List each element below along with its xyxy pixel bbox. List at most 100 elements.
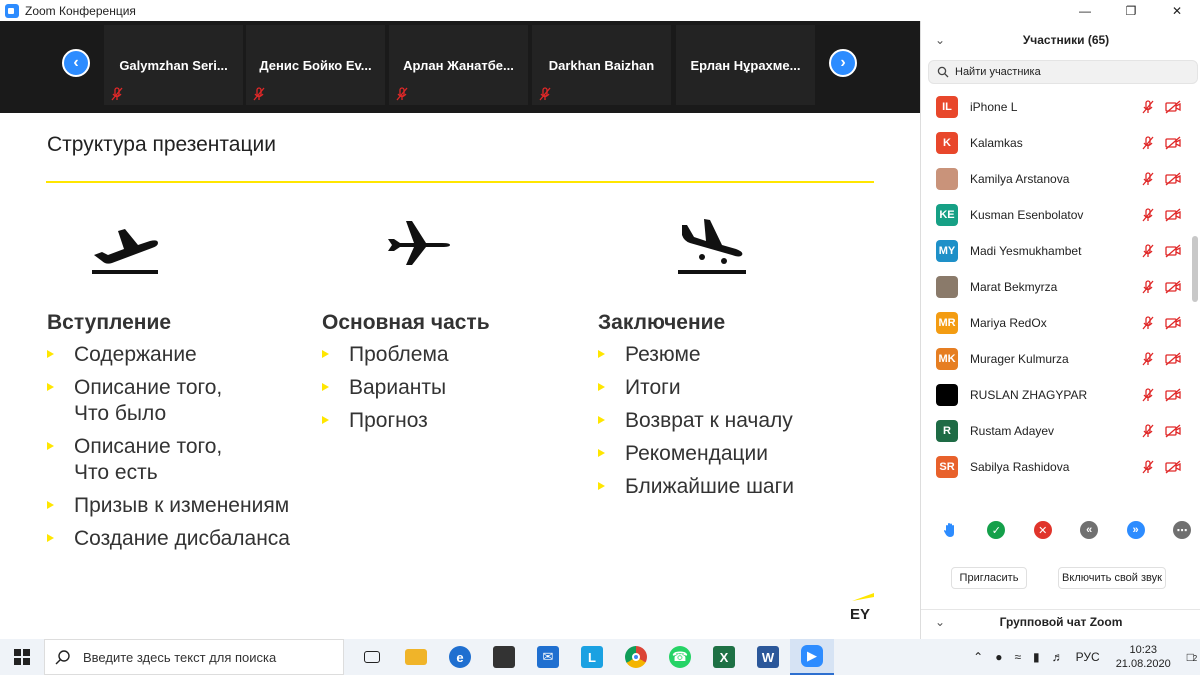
list-item: Содержание: [47, 342, 290, 368]
video-off-icon[interactable]: [1165, 460, 1181, 474]
list-item[interactable]: MY Madi Yesmukhambet: [921, 233, 1191, 269]
participant-name: Sabilya Rashidova: [970, 460, 1070, 474]
muted-mic-icon[interactable]: [1141, 172, 1155, 186]
group-chat-title: Групповой чат Zoom: [999, 614, 1123, 629]
clock[interactable]: 10:23 21.08.2020: [1116, 643, 1171, 671]
video-off-icon[interactable]: [1165, 136, 1181, 150]
group-chat-header[interactable]: ⌄ Групповой чат Zoom: [921, 609, 1200, 633]
list-item: Проблема: [322, 342, 490, 368]
edge-icon[interactable]: e: [438, 639, 482, 675]
search-icon: [55, 650, 70, 665]
video-off-icon[interactable]: [1165, 208, 1181, 222]
raise-hand-icon[interactable]: [941, 521, 959, 539]
muted-mic-icon[interactable]: [1141, 388, 1155, 402]
close-button[interactable]: ✕: [1154, 0, 1200, 21]
microphone-icon[interactable]: ●: [995, 650, 1002, 664]
column-main: Основная часть Проблема Варианты Прогноз: [322, 311, 490, 441]
muted-mic-icon[interactable]: [1141, 244, 1155, 258]
muted-mic-icon[interactable]: [1141, 280, 1155, 294]
more-icon[interactable]: ⋯: [1172, 521, 1191, 539]
lingvo-icon[interactable]: L: [570, 639, 614, 675]
start-button[interactable]: [0, 639, 44, 675]
muted-mic-icon[interactable]: [1141, 316, 1155, 330]
battery-icon[interactable]: ▮: [1033, 650, 1040, 664]
list-item: Резюме: [598, 342, 794, 368]
mail-icon[interactable]: ✉: [526, 639, 570, 675]
video-off-icon[interactable]: [1165, 100, 1181, 114]
taskbar-apps: e ✉ L ☎ X W ▶: [350, 639, 834, 675]
video-off-icon[interactable]: [1165, 352, 1181, 366]
slide-title: Структура презентации: [47, 133, 276, 156]
participant-name: Mariya RedOx: [970, 316, 1047, 330]
chevron-down-icon[interactable]: ⌄: [935, 33, 945, 47]
video-thumbnail[interactable]: Ерлан Нұрахме...: [676, 25, 815, 105]
participant-search: [928, 60, 1198, 84]
restore-button[interactable]: ❐: [1108, 0, 1154, 21]
notification-center-icon[interactable]: □ 2: [1187, 650, 1198, 664]
list-item: Варианты: [322, 375, 490, 401]
go-faster-icon[interactable]: »: [1126, 521, 1145, 539]
list-item[interactable]: Kamilya Arstanova: [921, 161, 1191, 197]
list-item[interactable]: KE Kusman Esenbolatov: [921, 197, 1191, 233]
volume-icon[interactable]: ♬: [1052, 650, 1064, 664]
go-slower-icon[interactable]: «: [1080, 521, 1099, 539]
list-item[interactable]: MK Murager Kulmurza: [921, 341, 1191, 377]
language-indicator[interactable]: РУС: [1076, 650, 1100, 664]
video-thumbnail[interactable]: Galymzhan Seri...: [104, 25, 243, 105]
list-item[interactable]: SR Sabilya Rashidova: [921, 449, 1191, 485]
gallery-prev-button[interactable]: ‹: [62, 49, 90, 77]
zoom-taskbar-icon[interactable]: ▶: [790, 639, 834, 675]
chrome-icon[interactable]: [614, 639, 658, 675]
yes-icon[interactable]: ✓: [987, 521, 1006, 539]
taskbar-search[interactable]: Введите здесь текст для поиска: [44, 639, 344, 675]
avatar: MY: [936, 240, 958, 262]
avatar: K: [936, 132, 958, 154]
list-item: Описание того, Что есть: [47, 434, 290, 486]
muted-mic-icon[interactable]: [1141, 136, 1155, 150]
video-off-icon[interactable]: [1165, 424, 1181, 438]
chevron-up-icon[interactable]: ⌃: [973, 650, 983, 664]
list-item[interactable]: RUSLAN ZHAGYPAR: [921, 377, 1191, 413]
muted-mic-icon[interactable]: [1141, 208, 1155, 222]
muted-mic-icon[interactable]: [1141, 100, 1155, 114]
video-thumbnail[interactable]: Darkhan Baizhan: [532, 25, 671, 105]
participant-name: Ерлан Нұрахме...: [690, 58, 801, 73]
no-icon[interactable]: ✕: [1033, 521, 1052, 539]
participant-name: Rustam Adayev: [970, 424, 1055, 438]
participant-search-input[interactable]: [955, 66, 1175, 78]
video-off-icon[interactable]: [1165, 244, 1181, 258]
list-item[interactable]: IL iPhone L: [921, 89, 1191, 125]
invite-button[interactable]: Пригласить: [951, 567, 1027, 589]
participant-name: Денис Бойко Ev...: [259, 58, 372, 73]
video-thumbnail[interactable]: Арлан Жанатбе...: [389, 25, 528, 105]
list-item[interactable]: MR Mariya RedOx: [921, 305, 1191, 341]
muted-mic-icon[interactable]: [1141, 352, 1155, 366]
notification-count: 2: [1192, 654, 1198, 663]
minimize-button[interactable]: —: [1062, 0, 1108, 21]
scrollbar[interactable]: [1192, 236, 1198, 302]
participant-name: Galymzhan Seri...: [119, 58, 228, 73]
excel-icon[interactable]: X: [702, 639, 746, 675]
muted-mic-icon[interactable]: [1141, 424, 1155, 438]
store-icon[interactable]: [482, 639, 526, 675]
video-off-icon[interactable]: [1165, 316, 1181, 330]
word-icon[interactable]: W: [746, 639, 790, 675]
task-view-icon[interactable]: [350, 639, 394, 675]
unmute-self-button[interactable]: Включить свой звук: [1058, 567, 1166, 589]
list-item[interactable]: Marat Bekmyrza: [921, 269, 1191, 305]
wifi-icon[interactable]: ≈: [1014, 650, 1021, 664]
list-item: Прогноз: [322, 408, 490, 434]
list-item[interactable]: R Rustam Adayev: [921, 413, 1191, 449]
muted-mic-icon[interactable]: [1141, 460, 1155, 474]
file-explorer-icon[interactable]: [394, 639, 438, 675]
video-off-icon[interactable]: [1165, 172, 1181, 186]
column-heading: Основная часть: [322, 311, 490, 334]
video-off-icon[interactable]: [1165, 388, 1181, 402]
chevron-down-icon[interactable]: ⌄: [935, 615, 945, 629]
whatsapp-icon[interactable]: ☎: [658, 639, 702, 675]
video-off-icon[interactable]: [1165, 280, 1181, 294]
list-item[interactable]: K Kalamkas: [921, 125, 1191, 161]
bullet-list: Проблема Варианты Прогноз: [322, 342, 490, 434]
video-thumbnail[interactable]: Денис Бойко Ev...: [246, 25, 385, 105]
gallery-next-button[interactable]: ›: [829, 49, 857, 77]
